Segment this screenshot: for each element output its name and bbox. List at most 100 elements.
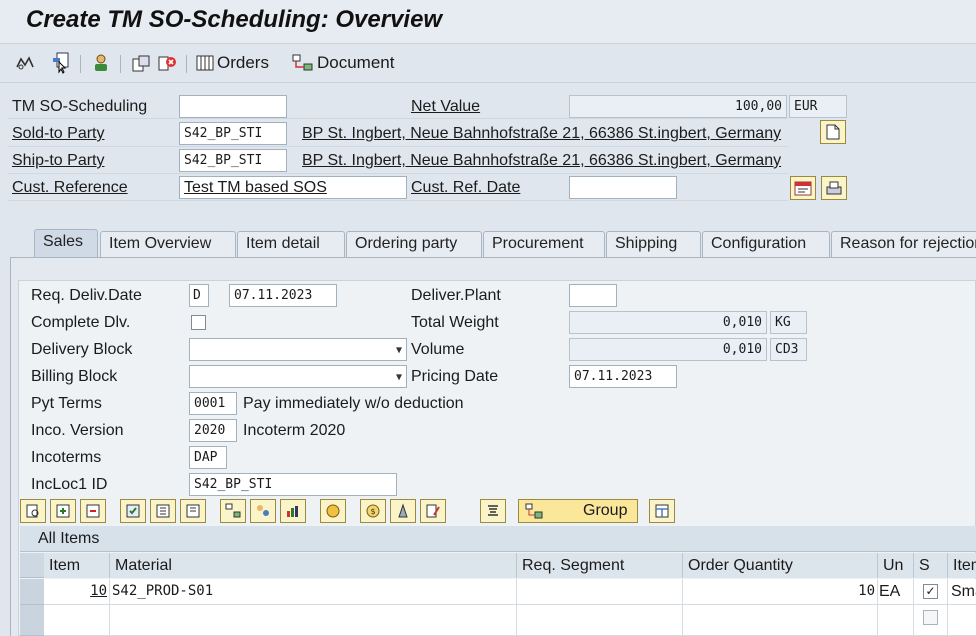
orders-label: Orders bbox=[217, 53, 269, 72]
orders-icon bbox=[196, 55, 214, 71]
row-selector[interactable] bbox=[20, 579, 44, 605]
document-header-button[interactable] bbox=[820, 120, 846, 144]
select-all-cell[interactable] bbox=[20, 553, 44, 578]
row-divider bbox=[8, 146, 788, 147]
select-all-icon[interactable] bbox=[120, 499, 146, 523]
page-title: Create TM SO-Scheduling: Overview bbox=[26, 6, 443, 33]
availability-icon[interactable] bbox=[320, 499, 346, 523]
configuration-icon[interactable] bbox=[390, 499, 416, 523]
volume-unit-field: CD3 bbox=[770, 338, 807, 361]
column-header-item-description[interactable]: Item Description bbox=[948, 553, 976, 578]
column-header-req-segment[interactable]: Req. Segment bbox=[517, 553, 683, 578]
delete-row-icon[interactable] bbox=[80, 499, 106, 523]
orders-button[interactable]: Orders bbox=[196, 52, 269, 74]
toolbar-separator bbox=[80, 55, 81, 73]
cell-item[interactable]: 10 bbox=[44, 579, 110, 605]
display-change-icon[interactable] bbox=[14, 53, 36, 73]
row-status-checkbox[interactable] bbox=[923, 610, 938, 625]
chart-icon[interactable] bbox=[280, 499, 306, 523]
column-header-item[interactable]: Item bbox=[44, 553, 110, 578]
sold-to-party-label[interactable]: Sold-to Party bbox=[12, 123, 104, 145]
weight-unit-field: KG bbox=[770, 311, 807, 334]
inco-version-field[interactable]: 2020 bbox=[189, 419, 237, 442]
tab-procurement[interactable]: Procurement bbox=[483, 231, 605, 257]
cell-item-description[interactable]: Smartphone bbox=[948, 579, 976, 605]
column-header-s[interactable]: S bbox=[914, 553, 948, 578]
ship-to-party-field[interactable]: S42_BP_STI bbox=[179, 149, 287, 172]
complete-dlv-label: Complete Dlv. bbox=[31, 314, 131, 331]
cell-material[interactable] bbox=[110, 605, 517, 636]
cell-item[interactable] bbox=[44, 605, 110, 636]
business-partner-icon[interactable] bbox=[90, 53, 112, 73]
edit-icon[interactable] bbox=[420, 499, 446, 523]
cell-unit[interactable]: EA bbox=[878, 579, 914, 605]
delivery-block-select[interactable] bbox=[189, 338, 407, 361]
header-texts-button[interactable] bbox=[790, 176, 816, 200]
schedule-lines-icon[interactable] bbox=[220, 499, 246, 523]
incompletion-log-icon[interactable] bbox=[156, 53, 178, 73]
cust-ref-date-field[interactable] bbox=[569, 176, 677, 199]
pyt-terms-field[interactable]: 0001 bbox=[189, 392, 237, 415]
complete-dlv-checkbox[interactable] bbox=[191, 315, 206, 330]
volume-label: Volume bbox=[411, 341, 465, 358]
tab-reason-for-rejection[interactable]: Reason for rejection bbox=[831, 231, 976, 257]
row-status-checkbox[interactable]: ✓ bbox=[923, 584, 938, 599]
tab-configuration[interactable]: Configuration bbox=[702, 231, 830, 257]
insert-row-icon[interactable] bbox=[50, 499, 76, 523]
tab-item-detail[interactable]: Item detail bbox=[237, 231, 345, 257]
volume-field: 0,010 bbox=[569, 338, 767, 361]
cell-material[interactable]: S42_PROD-S01 bbox=[110, 579, 517, 605]
deselect-all-icon[interactable] bbox=[180, 499, 206, 523]
pyt-terms-text: Pay immediately w/o deduction bbox=[243, 395, 464, 412]
cust-ref-date-label[interactable]: Cust. Ref. Date bbox=[411, 177, 520, 199]
select-block-icon[interactable] bbox=[150, 499, 176, 523]
deliver-plant-field[interactable] bbox=[569, 284, 617, 307]
tab-item-overview[interactable]: Item Overview bbox=[100, 231, 236, 257]
pricing-date-field[interactable]: 07.11.2023 bbox=[569, 365, 677, 388]
column-header-order-quantity[interactable]: Order Quantity bbox=[683, 553, 878, 578]
ship-to-address[interactable]: BP St. Ingbert, Neue Bahnhofstraße 21, 6… bbox=[302, 150, 781, 172]
so-scheduling-field[interactable] bbox=[179, 95, 287, 118]
sold-to-address[interactable]: BP St. Ingbert, Neue Bahnhofstraße 21, 6… bbox=[302, 123, 781, 145]
column-header-unit[interactable]: Un bbox=[878, 553, 914, 578]
deliver-plant-label: Deliver.Plant bbox=[411, 287, 501, 304]
req-deliv-date-field[interactable]: 07.11.2023 bbox=[229, 284, 337, 307]
document-button[interactable]: Document bbox=[292, 52, 394, 74]
incloc1-field[interactable]: S42_BP_STI bbox=[189, 473, 397, 496]
application-toolbar: Orders Document bbox=[0, 45, 976, 83]
item-details-icon[interactable] bbox=[20, 499, 46, 523]
document-icon bbox=[826, 124, 840, 140]
tab-sales[interactable]: Sales bbox=[34, 229, 98, 257]
tab-ordering-party[interactable]: Ordering party bbox=[346, 231, 482, 257]
column-header-material[interactable]: Material bbox=[110, 553, 517, 578]
group-label: Group bbox=[583, 502, 628, 519]
document-flow-icon[interactable] bbox=[50, 52, 72, 74]
partner-icon[interactable] bbox=[250, 499, 276, 523]
row-divider bbox=[8, 200, 788, 201]
ship-to-party-label[interactable]: Ship-to Party bbox=[12, 150, 104, 172]
cell-order-quantity[interactable] bbox=[683, 605, 878, 636]
cell-unit[interactable] bbox=[878, 605, 914, 636]
row-selector[interactable] bbox=[20, 605, 44, 636]
date-format-field[interactable]: D bbox=[189, 284, 209, 307]
net-value-label[interactable]: Net Value bbox=[411, 96, 480, 118]
row-divider bbox=[8, 118, 788, 119]
status-overview-icon[interactable] bbox=[130, 53, 152, 73]
tab-shipping[interactable]: Shipping bbox=[606, 231, 701, 257]
cell-req-segment[interactable] bbox=[517, 605, 683, 636]
incoterms-label: Incoterms bbox=[31, 449, 102, 466]
so-scheduling-label: TM SO-Scheduling bbox=[12, 98, 148, 115]
cell-req-segment[interactable] bbox=[517, 579, 683, 605]
sold-to-party-field[interactable]: S42_BP_STI bbox=[179, 122, 287, 145]
cell-order-quantity[interactable]: 10 bbox=[683, 579, 878, 605]
header-person-button[interactable] bbox=[821, 176, 847, 200]
sort-icon[interactable] bbox=[480, 499, 506, 523]
cust-reference-field[interactable]: Test TM based SOS bbox=[179, 176, 407, 199]
cell-item-description[interactable] bbox=[948, 605, 976, 636]
incoterms-field[interactable]: DAP bbox=[189, 446, 227, 469]
pricing-icon[interactable]: $ bbox=[360, 499, 386, 523]
billing-block-select[interactable] bbox=[189, 365, 407, 388]
cust-reference-label[interactable]: Cust. Reference bbox=[12, 177, 128, 199]
layout-icon[interactable] bbox=[649, 499, 675, 523]
group-button[interactable]: Group bbox=[518, 499, 638, 523]
